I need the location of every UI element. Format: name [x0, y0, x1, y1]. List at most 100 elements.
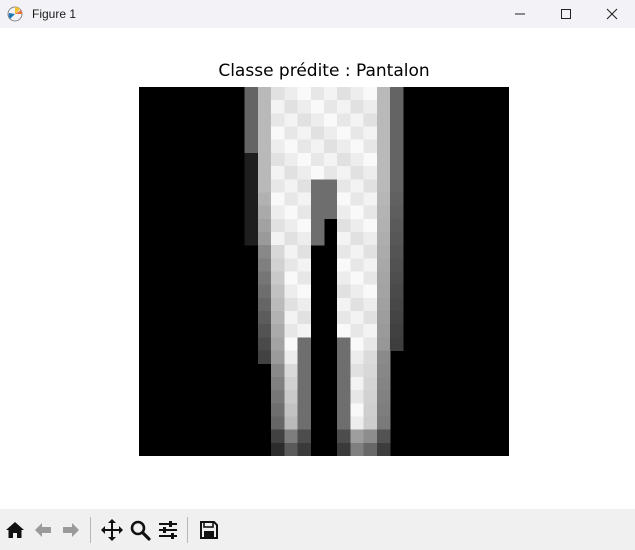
maximize-button[interactable] [543, 0, 589, 28]
minimize-button[interactable] [497, 0, 543, 28]
figure-canvas[interactable]: Classe prédite : Pantalon [0, 28, 635, 509]
zoom-icon [130, 520, 151, 541]
image-pixel [257, 113, 272, 127]
image-pixel [376, 376, 391, 391]
image-pixel [244, 192, 259, 206]
image-pixel [363, 350, 378, 365]
image-pixel [284, 271, 298, 285]
image-pixel [297, 376, 312, 391]
image-pixel [363, 152, 378, 167]
home-button[interactable] [2, 515, 28, 545]
image-pixel [390, 113, 404, 127]
configure-subplots-icon [159, 520, 177, 539]
image-pixel [310, 87, 325, 101]
image-pixel [297, 390, 312, 404]
image-pixel [376, 87, 391, 101]
image-pixel [271, 324, 285, 338]
image-pixel [390, 324, 404, 338]
image-pixel [297, 297, 312, 312]
image-pixel [271, 87, 285, 101]
image-pixel [337, 218, 351, 233]
image-pixel [271, 113, 285, 127]
image-pixel [271, 350, 285, 365]
image-pixel [363, 258, 378, 272]
image-pixel [310, 152, 325, 167]
image-pixel [350, 363, 364, 378]
image-pixel [284, 337, 298, 351]
image-pixel [284, 100, 298, 114]
image-pixel [376, 416, 391, 430]
image-pixel [390, 87, 404, 101]
minimize-icon [515, 13, 525, 15]
image-pixel [390, 245, 404, 259]
image-pixel [350, 442, 364, 456]
image-pixel [297, 87, 312, 101]
image-pixel [310, 166, 325, 180]
image-pixel [257, 218, 272, 233]
image-pixel [244, 205, 259, 220]
image-pixel [350, 376, 364, 391]
pan-button[interactable] [99, 515, 125, 545]
image-pixel [363, 100, 378, 114]
image-pixel [337, 297, 351, 312]
image-pixel [244, 100, 259, 114]
close-button[interactable] [589, 0, 635, 28]
image-pixel [284, 390, 298, 404]
image-pixel [257, 152, 272, 167]
image-pixel [363, 126, 378, 140]
image-pixel [297, 179, 312, 193]
zoom-button[interactable] [127, 515, 153, 545]
image-pixel [363, 337, 378, 351]
image-pixel [337, 363, 351, 378]
image-pixel [271, 192, 285, 206]
image-pixel [376, 100, 391, 114]
image-pixel [297, 284, 312, 299]
image-pixel [376, 113, 391, 127]
image-pixel [244, 126, 259, 140]
image-pixel [310, 113, 325, 127]
image-pixel [337, 100, 351, 114]
image-pixel [350, 179, 364, 193]
image-pixel [297, 324, 312, 338]
image-pixel [350, 258, 364, 272]
configure-subplots-button[interactable] [155, 515, 181, 545]
image-pixel [337, 324, 351, 338]
image-pixel [363, 363, 378, 378]
image-pixel [297, 166, 312, 180]
image-pixel [271, 139, 285, 154]
image-pixel [390, 100, 404, 114]
image-pixel [271, 100, 285, 114]
image-pixel [376, 337, 391, 351]
image-pixel [310, 205, 325, 220]
image-pixel [257, 297, 272, 312]
image-pixel [390, 179, 404, 193]
image-pixel [337, 416, 351, 430]
image-pixel [376, 192, 391, 206]
image-pixel [376, 139, 391, 154]
image-pixel [363, 297, 378, 312]
image-pixel [324, 113, 338, 127]
image-pixel [337, 205, 351, 220]
image-pixel [376, 245, 391, 259]
image-pixel [284, 113, 298, 127]
image-pixel [310, 139, 325, 154]
image-pixel [376, 324, 391, 338]
image-pixel [363, 245, 378, 259]
image-pixel [350, 337, 364, 351]
image-pixel [350, 218, 364, 233]
image-pixel [257, 100, 272, 114]
image-pixel [376, 205, 391, 220]
home-icon [6, 521, 24, 538]
save-button[interactable] [196, 515, 222, 545]
forward-button[interactable] [58, 515, 84, 545]
image-pixel [310, 126, 325, 140]
image-pixel [244, 179, 259, 193]
image-pixel [363, 87, 378, 101]
image-pixel [297, 442, 312, 456]
image-pixel [271, 152, 285, 167]
back-button[interactable] [30, 515, 56, 545]
image-pixel [350, 126, 364, 140]
image-pixel [284, 284, 298, 299]
image-pixel [284, 126, 298, 140]
image-pixel [284, 416, 298, 430]
